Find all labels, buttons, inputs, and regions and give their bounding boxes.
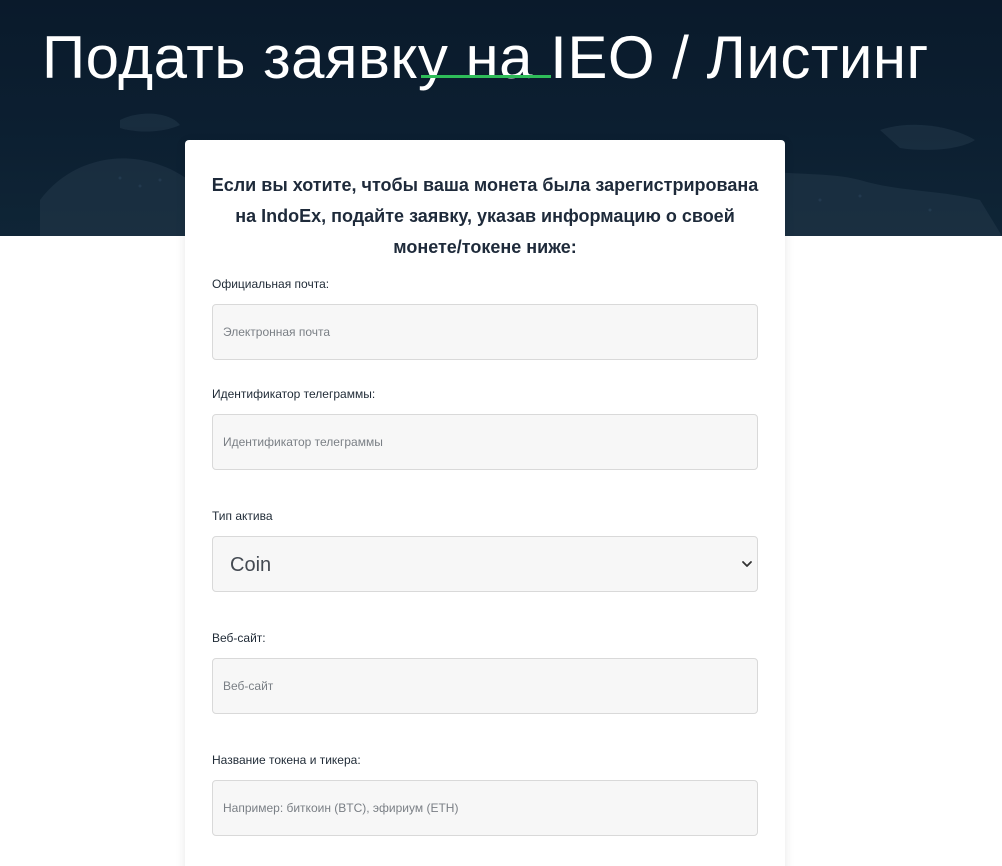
asset-type-label: Тип актива <box>212 509 273 523</box>
token-name-field[interactable] <box>212 780 758 836</box>
token-name-label: Название токена и тикера: <box>212 753 361 767</box>
title-accent-underline <box>421 75 551 78</box>
page-title: Подать заявку на IEO / Листинг <box>42 24 929 91</box>
telegram-label: Идентификатор телеграммы: <box>212 387 376 401</box>
telegram-id-field[interactable] <box>212 414 758 470</box>
email-label: Официальная почта: <box>212 277 330 291</box>
website-label: Веб-сайт: <box>212 631 266 645</box>
asset-type-select[interactable]: Coin <box>212 536 758 592</box>
website-field[interactable] <box>212 658 758 714</box>
ieo-application-form: Если вы хотите, чтобы ваша монета была з… <box>185 140 785 866</box>
form-intro-text: Если вы хотите, чтобы ваша монета была з… <box>211 175 759 257</box>
asset-type-selected-value: Coin <box>230 554 272 576</box>
page: Подать заявку на IEO / Листинг Если вы х… <box>0 0 1002 866</box>
chevron-down-icon <box>742 561 752 567</box>
email-field[interactable] <box>212 304 758 360</box>
